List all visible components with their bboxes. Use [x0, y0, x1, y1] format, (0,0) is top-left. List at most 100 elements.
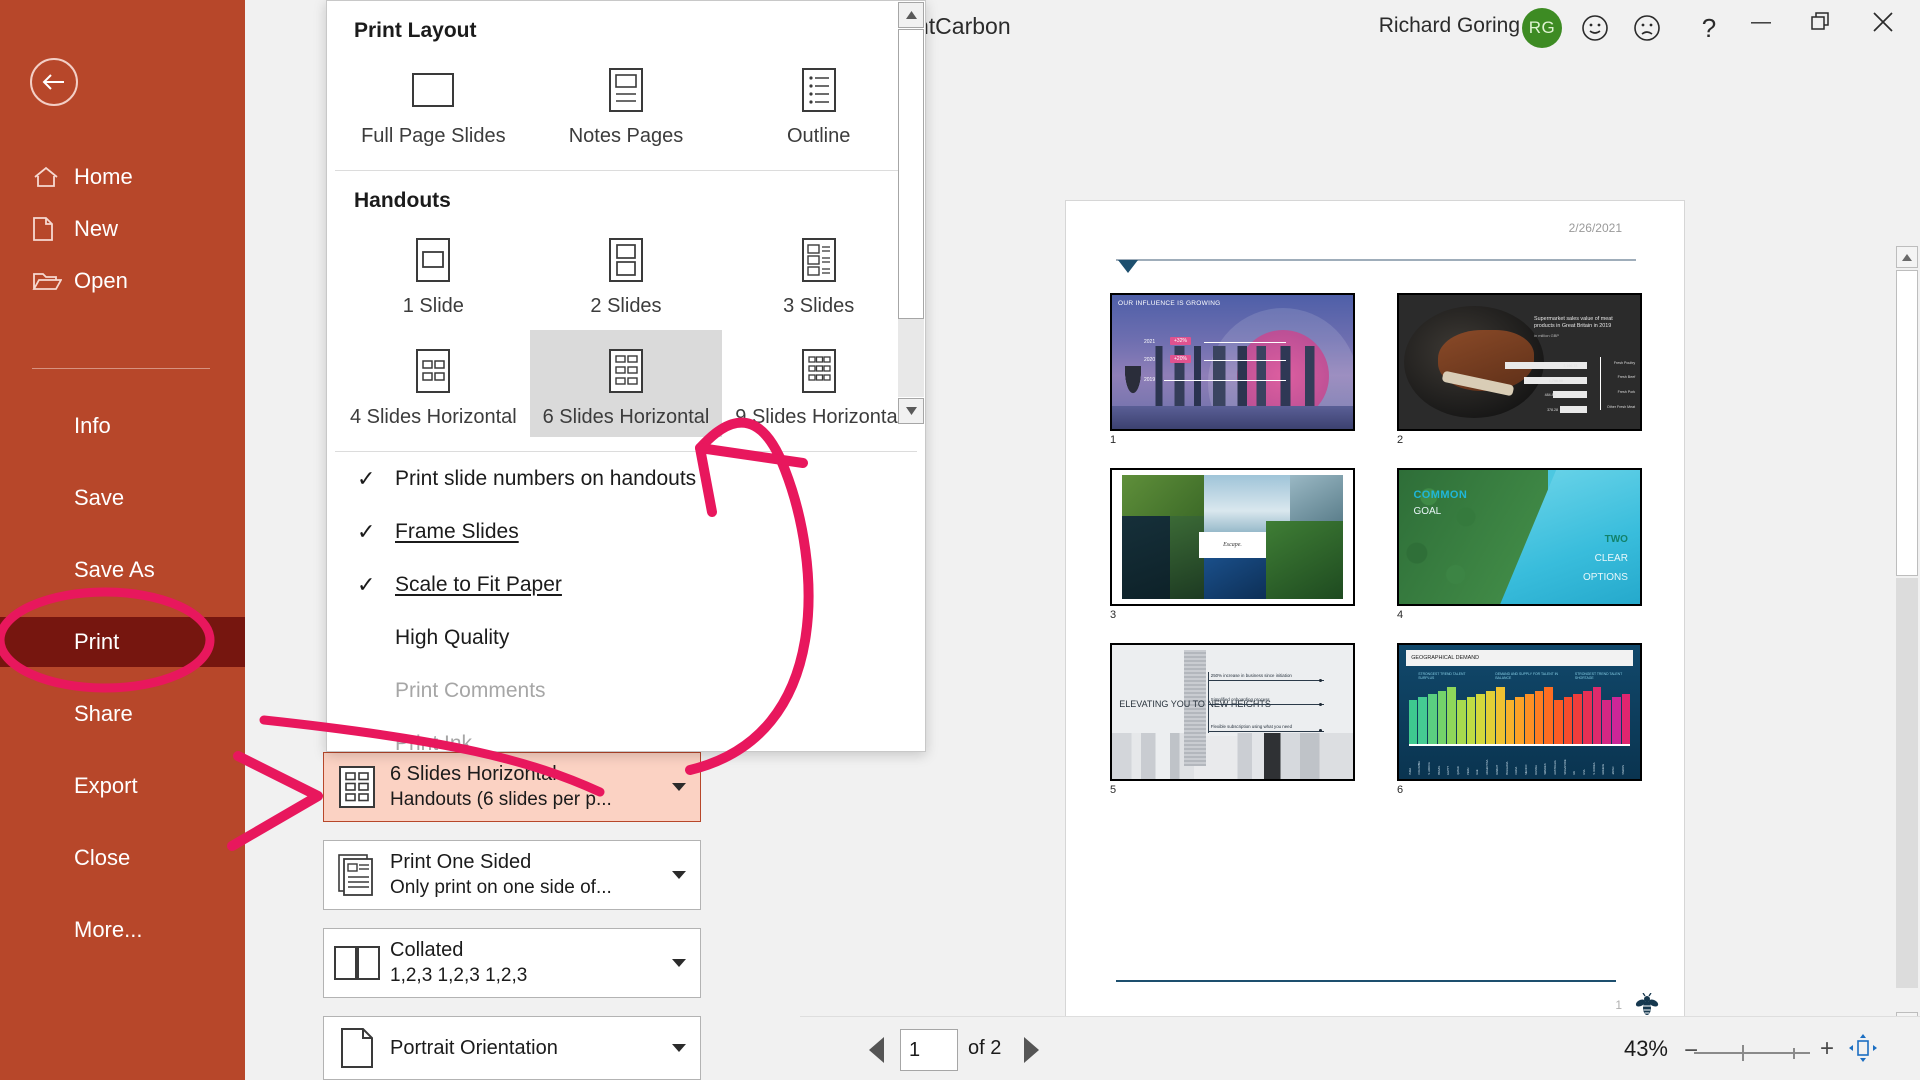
zoom-slider-handle[interactable]: [1742, 1045, 1744, 1061]
sidebar-item-label: Close: [74, 845, 130, 871]
preview-scrollbar-track[interactable]: [1896, 578, 1918, 988]
handout-option-6-slides-horizontal[interactable]: 6 Slides Horizontal: [530, 330, 723, 437]
sidebar-item-close[interactable]: Close: [0, 833, 245, 883]
handout-option-4-slides-horizontal[interactable]: 4 Slides Horizontal: [337, 330, 530, 437]
back-arrow-icon[interactable]: [30, 58, 78, 106]
setting-orientation-dropdown[interactable]: Portrait Orientation: [323, 1016, 701, 1080]
chevron-down-icon[interactable]: [658, 959, 700, 967]
previous-page-icon[interactable]: [868, 1037, 892, 1063]
setting-subtitle: 1,2,3 1,2,3 1,2,3: [390, 963, 658, 989]
folder-open-icon: [32, 269, 74, 293]
option-print-slide-numbers[interactable]: ✓ Print slide numbers on handouts: [327, 452, 925, 505]
slide-number: 3: [1110, 609, 1355, 621]
slide-thumbnail-4: COMMON GOAL TWO CLEAR OPTIONS: [1397, 468, 1642, 606]
layout-option-label: Full Page Slides: [361, 125, 506, 148]
handout-option-9-slides-horizontal[interactable]: 9 Slides Horizontal: [722, 330, 915, 437]
next-page-icon[interactable]: [1022, 1037, 1046, 1063]
scroll-down-icon[interactable]: [898, 398, 924, 424]
popup-scrollbar[interactable]: [898, 2, 924, 422]
sidebar-item-label: New: [74, 216, 118, 242]
popup-scrollbar-track-lower[interactable]: [898, 319, 924, 397]
zoom-out-button[interactable]: −: [1684, 1037, 1698, 1065]
sidebar-item-info[interactable]: Info: [0, 401, 245, 451]
scroll-up-icon[interactable]: [1896, 246, 1918, 268]
print-layout-dropdown-menu: Print Layout Full Page Slides Notes: [326, 0, 926, 752]
chevron-down-icon[interactable]: [658, 783, 700, 791]
full-page-slide-icon: [412, 61, 454, 119]
handout-option-label: 9 Slides Horizontal: [735, 406, 902, 429]
print-layout-options: Full Page Slides Notes Pages: [327, 43, 925, 170]
slide-2-subtitle: in million GBP: [1534, 332, 1630, 339]
handout-option-label: 4 Slides Horizontal: [350, 406, 517, 429]
sidebar-item-label: Export: [74, 773, 138, 799]
layout-option-label: Outline: [787, 125, 850, 148]
handout-option-2-slides[interactable]: 2 Slides: [530, 219, 723, 326]
portrait-icon: [324, 1028, 390, 1068]
page-number-input[interactable]: 1: [900, 1029, 958, 1071]
preview-scrollbar[interactable]: [1894, 246, 1920, 1036]
outline-icon: [802, 61, 836, 119]
slide-thumbnail-2: Supermarket sales value of meat products…: [1397, 293, 1642, 431]
sidebar-item-save-as[interactable]: Save As: [0, 545, 245, 595]
slide-number: 2: [1397, 434, 1642, 446]
slide-2-title: Supermarket sales value of meat products…: [1534, 316, 1613, 329]
layout-option-label: Notes Pages: [569, 125, 684, 148]
slide-thumbnail-5: ELEVATING YOU TO NEW HEIGHTS 250% increa…: [1110, 643, 1355, 781]
thumbnail-row: ELEVATING YOU TO NEW HEIGHTS 250% increa…: [1110, 643, 1642, 796]
minimize-button[interactable]: —: [1732, 0, 1790, 44]
slide-number: 1: [1110, 434, 1355, 446]
chevron-down-icon[interactable]: [658, 871, 700, 879]
option-label: Print Ink: [395, 732, 472, 756]
option-label: Print slide numbers on handouts: [395, 467, 696, 491]
option-high-quality[interactable]: High Quality: [327, 611, 925, 664]
popup-scrollbar-thumb[interactable]: [898, 29, 924, 319]
page-date: 2/26/2021: [1569, 221, 1622, 235]
handout-option-3-slides[interactable]: 3 Slides: [722, 219, 915, 326]
setting-subtitle: Only print on one side of...: [390, 875, 658, 901]
option-scale-to-fit-paper[interactable]: ✓ Scale to Fit Paper: [327, 558, 925, 611]
handout-4h-icon: [416, 342, 450, 400]
option-frame-slides[interactable]: ✓ Frame Slides: [327, 505, 925, 558]
sidebar-item-share[interactable]: Share: [0, 689, 245, 739]
setting-title: Print One Sided: [390, 849, 658, 875]
setting-sides-dropdown[interactable]: Print One Sided Only print on one side o…: [323, 840, 701, 910]
page-header-triangle: [1118, 260, 1138, 273]
layout-option-outline[interactable]: Outline: [722, 49, 915, 156]
layout-option-full-page-slides[interactable]: Full Page Slides: [337, 49, 530, 156]
slide-1-title: OUR INFLUENCE IS GROWING: [1118, 300, 1221, 307]
fit-to-window-icon[interactable]: [1848, 1033, 1878, 1068]
zoom-in-button[interactable]: +: [1820, 1035, 1834, 1063]
sidebar-item-more[interactable]: More...: [0, 905, 245, 955]
layout-option-notes-pages[interactable]: Notes Pages: [530, 49, 723, 156]
sidebar-item-home[interactable]: Home: [0, 152, 245, 202]
setting-title: Portrait Orientation: [390, 1035, 658, 1061]
setting-collation-dropdown[interactable]: Collated 1,2,3 1,2,3 1,2,3: [323, 928, 701, 998]
smiley-happy-icon[interactable]: [1574, 8, 1616, 48]
slide-cell: COMMON GOAL TWO CLEAR OPTIONS 4: [1397, 468, 1642, 621]
slide-6-labels: INDIACOLOMBIAS. AFRICABRAZILEGYPTQATARPE…: [1409, 748, 1631, 775]
sidebar-item-open[interactable]: Open: [0, 256, 245, 306]
page-footer-number: 1: [1615, 998, 1622, 1012]
slide-6-bars: [1409, 683, 1631, 745]
thumbnail-row: Escape. 3 COMMON GOAL TWO CLEAR OPTIONS: [1110, 468, 1642, 621]
slide-cell: GEOGRAPHICAL DEMAND STRONGEST TREND TALE…: [1397, 643, 1642, 796]
avatar[interactable]: RG: [1522, 8, 1562, 48]
handout-option-1-slide[interactable]: 1 Slide: [337, 219, 530, 326]
notes-page-icon: [609, 61, 643, 119]
handout-1-icon: [416, 231, 450, 289]
slide-cell: ELEVATING YOU TO NEW HEIGHTS 250% increa…: [1110, 643, 1355, 796]
scroll-up-icon[interactable]: [898, 2, 924, 28]
restore-button[interactable]: [1792, 0, 1850, 44]
close-button[interactable]: [1854, 0, 1912, 44]
account-name[interactable]: Richard Goring: [1379, 14, 1520, 38]
sidebar-item-print[interactable]: Print: [0, 617, 245, 667]
sidebar-item-new[interactable]: New: [0, 204, 245, 254]
smiley-sad-icon[interactable]: [1626, 8, 1668, 48]
help-icon[interactable]: ?: [1688, 8, 1730, 48]
sidebar-item-export[interactable]: Export: [0, 761, 245, 811]
chevron-down-icon[interactable]: [658, 1044, 700, 1052]
handout-2-icon: [609, 231, 643, 289]
preview-scrollbar-thumb[interactable]: [1896, 270, 1918, 576]
option-label: High Quality: [395, 626, 509, 650]
sidebar-item-save[interactable]: Save: [0, 473, 245, 523]
